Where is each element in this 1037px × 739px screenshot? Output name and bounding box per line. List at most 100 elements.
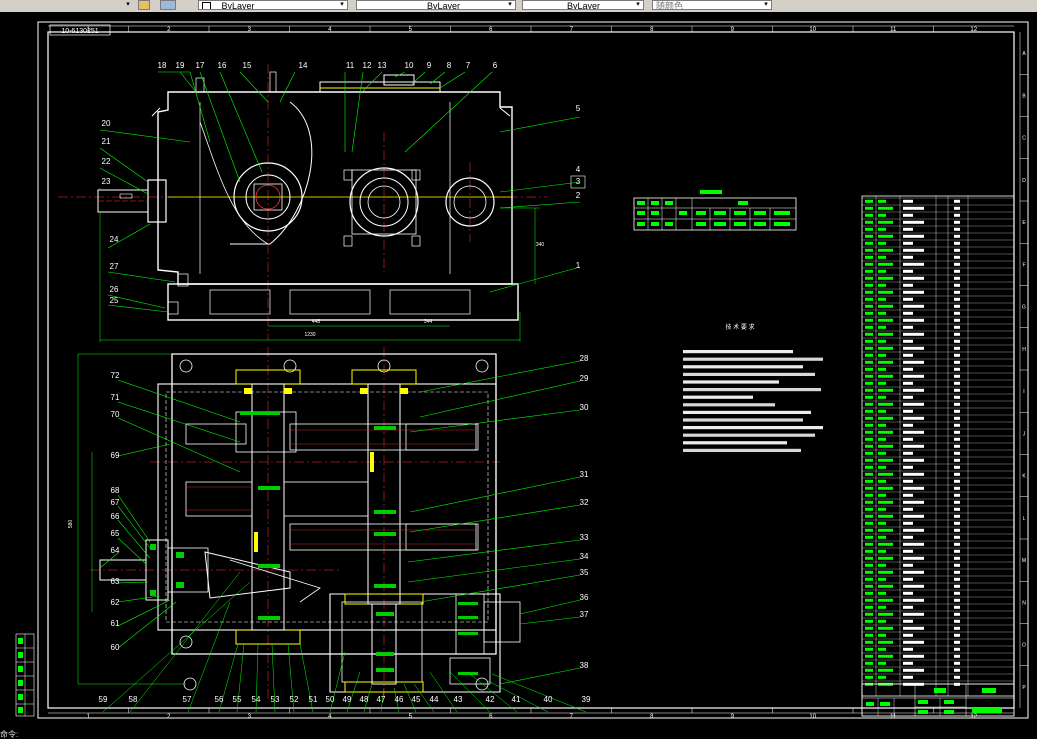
zone-number: 11 bbox=[890, 27, 897, 33]
command-prompt: 命令: bbox=[0, 730, 19, 739]
chevron-down-icon[interactable]: ▾ bbox=[506, 1, 514, 9]
linetype-select-value: ByLayer bbox=[427, 1, 461, 10]
zone-number: 11 bbox=[890, 714, 897, 720]
callout-number: 13 bbox=[378, 61, 387, 70]
callout-number: 60 bbox=[111, 643, 120, 652]
callout-number: 35 bbox=[580, 568, 589, 577]
callout-number: 34 bbox=[580, 552, 589, 561]
callout-number: 24 bbox=[110, 235, 119, 244]
zone-letter: H bbox=[1022, 347, 1026, 353]
zone-letter: M bbox=[1022, 558, 1026, 564]
callout-number: 25 bbox=[110, 296, 119, 305]
zone-letter: C bbox=[1022, 136, 1026, 142]
drawing-code: 10-6130251 bbox=[61, 28, 98, 35]
zone-letter: N bbox=[1022, 600, 1026, 606]
callout-number: 58 bbox=[129, 695, 138, 704]
callout-number: 51 bbox=[309, 695, 318, 704]
callout-number: 68 bbox=[111, 486, 120, 495]
callout-number: 7 bbox=[466, 61, 471, 70]
callout-number: 31 bbox=[580, 470, 589, 479]
dimension-label: 448 bbox=[312, 319, 321, 325]
layer-states-icon[interactable] bbox=[160, 0, 176, 10]
callout-number: 43 bbox=[454, 695, 463, 704]
callout-number: 65 bbox=[111, 529, 120, 538]
dimension-label: 344 bbox=[424, 319, 433, 325]
dropdown-arrow-icon[interactable]: ▾ bbox=[124, 1, 132, 9]
tech-title: 技 术 要 求 bbox=[725, 323, 754, 331]
callout-number: 22 bbox=[102, 157, 111, 166]
zone-letter: I bbox=[1023, 389, 1024, 395]
callout-number: 33 bbox=[580, 533, 589, 542]
callout-number: 3 bbox=[576, 177, 581, 186]
callout-number: 1 bbox=[576, 261, 581, 270]
callout-number: 47 bbox=[377, 695, 386, 704]
callout-number: 44 bbox=[430, 695, 439, 704]
dimension-label: 580 bbox=[68, 520, 74, 529]
dimension-label: 1230 bbox=[304, 332, 315, 338]
callout-number: 48 bbox=[360, 695, 369, 704]
callout-number: 42 bbox=[486, 695, 495, 704]
zone-letter: L bbox=[1023, 516, 1026, 522]
zone-number: 12 bbox=[970, 714, 977, 720]
callout-number: 8 bbox=[447, 61, 452, 70]
cad-drawing-canvas[interactable]: 1 2 3 4 5 6 7 8 9 10 11 12 1 2 3 4 5 6 7 8 9 10 11 12 ABCDEFGH… bbox=[0, 12, 1037, 730]
callout-number: 69 bbox=[111, 451, 120, 460]
command-line[interactable]: 命令: bbox=[0, 730, 1037, 739]
plotstyle-select[interactable]: 随颜色 bbox=[652, 0, 772, 10]
callout-number: 6 bbox=[493, 61, 498, 70]
layer-icon[interactable] bbox=[138, 0, 150, 10]
callout-number: 29 bbox=[580, 374, 589, 383]
callout-number: 37 bbox=[580, 610, 589, 619]
callout-number: 55 bbox=[233, 695, 242, 704]
callout-number: 2 bbox=[576, 191, 581, 200]
callout-number: 20 bbox=[102, 119, 111, 128]
zone-number: 12 bbox=[970, 27, 977, 33]
color-select[interactable]: ByLayer bbox=[198, 0, 348, 10]
chevron-down-icon[interactable]: ▾ bbox=[338, 1, 346, 9]
zone-letter: D bbox=[1022, 178, 1026, 184]
callout-number: 66 bbox=[111, 512, 120, 521]
callout-number: 41 bbox=[512, 695, 521, 704]
callout-number: 45 bbox=[412, 695, 421, 704]
callout-number: 59 bbox=[99, 695, 108, 704]
lineweight-select[interactable]: ByLayer bbox=[522, 0, 644, 10]
chevron-down-icon[interactable]: ▾ bbox=[762, 1, 770, 9]
callout-number: 28 bbox=[580, 354, 589, 363]
callout-number: 19 bbox=[176, 61, 185, 70]
color-select-value: ByLayer bbox=[221, 1, 255, 10]
lineweight-select-value: ByLayer bbox=[567, 1, 601, 10]
callout-number: 9 bbox=[427, 61, 432, 70]
callout-number: 18 bbox=[158, 61, 167, 70]
zone-letter: O bbox=[1022, 643, 1026, 649]
callout-number: 72 bbox=[111, 371, 120, 380]
callout-number: 17 bbox=[196, 61, 205, 70]
callout-number: 53 bbox=[271, 695, 280, 704]
color-swatch-icon bbox=[202, 2, 211, 9]
callout-number: 56 bbox=[215, 695, 224, 704]
zone-number: 10 bbox=[809, 714, 816, 720]
callout-number: 61 bbox=[111, 619, 120, 628]
dimension-label: 340 bbox=[536, 242, 545, 248]
callout-number: 71 bbox=[111, 393, 120, 402]
callout-number: 64 bbox=[111, 546, 120, 555]
callout-number: 12 bbox=[363, 61, 372, 70]
callout-number: 38 bbox=[580, 661, 589, 670]
callout-number: 16 bbox=[218, 61, 227, 70]
callout-number: 63 bbox=[111, 577, 120, 586]
callout-number: 14 bbox=[299, 61, 308, 70]
zone-letter: F bbox=[1022, 262, 1025, 268]
callout-number: 67 bbox=[111, 498, 120, 507]
callout-number: 36 bbox=[580, 593, 589, 602]
callout-number: 30 bbox=[580, 403, 589, 412]
callout-number: 32 bbox=[580, 498, 589, 507]
linetype-select[interactable]: ByLayer bbox=[356, 0, 516, 10]
callout-number: 39 bbox=[582, 695, 591, 704]
zone-letter: G bbox=[1022, 305, 1026, 311]
callout-number: 21 bbox=[102, 137, 111, 146]
callout-number: 4 bbox=[576, 165, 581, 174]
chevron-down-icon[interactable]: ▾ bbox=[634, 1, 642, 9]
callout-number: 50 bbox=[326, 695, 335, 704]
callout-number: 70 bbox=[111, 410, 120, 419]
plotstyle-select-value: 随颜色 bbox=[656, 1, 684, 10]
zone-number: 10 bbox=[809, 27, 816, 33]
